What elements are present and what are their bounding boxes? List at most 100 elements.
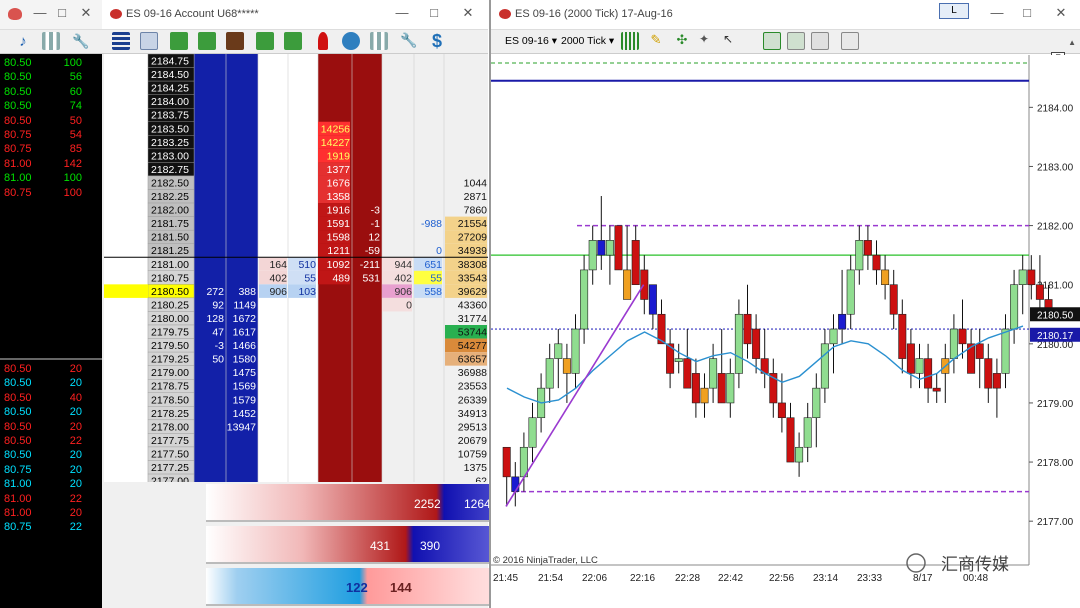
vol-value: 39629	[458, 286, 487, 298]
tape-price: 80.75	[4, 463, 32, 476]
wrench-icon[interactable]: 🔧	[400, 32, 418, 50]
tape-size: 22	[69, 434, 82, 447]
tape-row: 80.75 100	[0, 186, 102, 200]
minimize-button[interactable]: —	[30, 5, 50, 23]
vol-value: 23553	[458, 381, 487, 393]
delta-value: -59	[365, 245, 380, 257]
price-label: 2181.75	[151, 218, 189, 230]
instrument-selector[interactable]: ES 09-16 ▾	[505, 35, 557, 47]
ladder-row[interactable]: 2184.75	[147, 54, 195, 68]
ladder-row[interactable]: 2184.25	[147, 80, 195, 95]
alert-icon[interactable]	[318, 32, 328, 50]
dollar-icon[interactable]: $	[428, 32, 446, 50]
maximize-button[interactable]: □	[52, 5, 72, 23]
minimize-button[interactable]: —	[987, 5, 1007, 23]
price-label: 2184.00	[151, 96, 189, 108]
ladder-row[interactable]: 2184.00	[147, 94, 195, 109]
minimize-button[interactable]: —	[392, 5, 412, 23]
tape-price: 80.50	[4, 100, 32, 113]
snap-icon[interactable]: ✦	[695, 32, 713, 50]
flatten-icon[interactable]	[226, 32, 244, 50]
ladder-row[interactable]: 2183.75	[147, 108, 195, 122]
vol-value: 29513	[458, 421, 487, 433]
interval-selector[interactable]: 2000 Tick ▾	[561, 35, 614, 47]
scroll-indicator-icon[interactable]: ▲	[1068, 38, 1076, 47]
tape-size: 20	[69, 363, 82, 375]
tape-row: 80.75 22	[0, 520, 102, 534]
ask-value: 1919	[327, 150, 351, 162]
maximize-button[interactable]: □	[1017, 5, 1037, 23]
tape-row: 81.00 20	[0, 506, 102, 520]
candle	[614, 225, 623, 271]
bidv-value: 1617	[233, 327, 257, 339]
strategies-icon[interactable]	[787, 32, 805, 50]
ask-value: 1377	[327, 164, 351, 176]
vol-value: 1375	[464, 462, 488, 474]
pointer-icon[interactable]: ↖	[719, 32, 737, 50]
link-button[interactable]: L	[939, 3, 969, 19]
tape-price: 81.00	[4, 478, 32, 491]
tape-price: 80.75	[4, 143, 32, 156]
tape-size: 22	[69, 521, 82, 534]
price-label: 2182.00	[151, 205, 189, 217]
price-label: 2177.50	[151, 448, 189, 460]
ask-value: 1358	[327, 191, 351, 203]
price-label: 2183.00	[151, 150, 189, 162]
price-axis-label: 2184.00	[1037, 103, 1074, 114]
vol-value: 2871	[464, 191, 488, 203]
ladder-row[interactable]: 2180.50 272 388 906 103 906 558 39629	[104, 284, 487, 299]
time-axis-label: 22:16	[630, 573, 655, 584]
a1-value: 906	[394, 286, 412, 298]
data-box-icon[interactable]	[841, 32, 859, 50]
indicators-icon[interactable]	[763, 32, 781, 50]
tape-size: 22	[69, 492, 82, 505]
b2-value: 103	[298, 286, 316, 298]
ladder-row[interactable]: 2184.50	[147, 67, 195, 82]
close-button[interactable]: ✕	[1051, 5, 1071, 23]
tape-bottom-list: 80.50 20 80.50 20 80.50 40 80.50 20 80.50 20 80.50…	[0, 362, 102, 535]
buy-arrow-icon[interactable]	[170, 32, 188, 50]
draw-pencil-icon[interactable]: ✎	[647, 32, 665, 50]
tape-divider	[0, 358, 102, 360]
move-up-icon[interactable]	[256, 32, 274, 50]
tape-row: 80.75 54	[0, 128, 102, 142]
tape-row: 80.50 20	[0, 448, 102, 462]
vol-value: 26339	[458, 394, 487, 406]
tape-price: 80.75	[4, 186, 32, 199]
tape-row: 80.75 20	[0, 463, 102, 477]
tape-row: 80.50 20	[0, 420, 102, 434]
tape-row: 80.50 56	[0, 70, 102, 84]
ask-value: 14227	[321, 137, 350, 149]
chart-toolbar: ES 09-16 ▾ 2000 Tick ▾ ✎ ✣ ✦ ↖ ▲	[491, 30, 1080, 54]
refresh-icon[interactable]	[342, 32, 360, 50]
music-note-icon[interactable]: ♪	[14, 33, 32, 51]
bar-style-icon[interactable]	[621, 32, 639, 50]
vol-value: 36988	[458, 367, 487, 379]
price-chart[interactable]: 2184.002183.002182.002181.002180.002179.…	[491, 55, 1080, 608]
move-down-icon[interactable]	[284, 32, 302, 50]
price-label: 2184.50	[151, 69, 189, 81]
close-button[interactable]: ✕	[76, 5, 96, 23]
layers-icon[interactable]	[112, 32, 130, 50]
trash-icon[interactable]	[140, 32, 158, 50]
properties-icon[interactable]	[42, 32, 60, 50]
vol-value: 33543	[458, 272, 487, 284]
properties-icon[interactable]	[370, 32, 388, 50]
price-ladder[interactable]: 2184.752184.502184.252184.002183.75 2183.…	[104, 54, 488, 482]
close-button[interactable]: ✕	[458, 5, 478, 23]
wrench-icon[interactable]: 🔧	[72, 33, 90, 51]
crosshair-icon[interactable]: ✣	[673, 32, 691, 50]
tape-size: 100	[63, 172, 82, 185]
tape-price: 80.50	[4, 71, 32, 84]
price-label: 2182.50	[151, 177, 189, 189]
price-label: 2177.75	[151, 435, 189, 447]
vol-value: 1044	[464, 177, 488, 189]
sell-arrow-icon[interactable]	[198, 32, 216, 50]
maximize-button[interactable]: □	[424, 5, 444, 23]
bid-volume-1: 2252	[414, 497, 441, 511]
tape-size: 20	[69, 506, 82, 519]
templates-icon[interactable]	[811, 32, 829, 50]
bidv-value: 1569	[233, 381, 257, 393]
bid-value: 50	[212, 354, 224, 366]
tape-price: 81.00	[4, 506, 32, 519]
